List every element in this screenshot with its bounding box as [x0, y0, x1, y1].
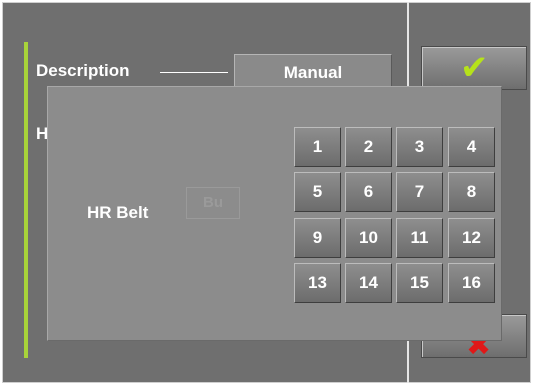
key-15[interactable]: 15	[396, 263, 443, 303]
key-10[interactable]: 10	[345, 218, 392, 258]
hr-belt-label: HR Belt	[87, 203, 149, 222]
key-6[interactable]: 6	[345, 172, 392, 212]
key-9[interactable]: 9	[294, 218, 341, 258]
key-14[interactable]: 14	[345, 263, 392, 303]
hr-belt-popup: HR Belt Bu 1 2 3 4 5 6 7 8 9 10 11 12 13…	[47, 86, 502, 341]
hr-belt-field[interactable]: Bu	[186, 187, 240, 219]
key-12[interactable]: 12	[448, 218, 495, 258]
checkmark-icon: ✔	[460, 48, 489, 88]
key-3[interactable]: 3	[396, 127, 443, 167]
number-keypad: 1 2 3 4 5 6 7 8 9 10 11 12 13 14 15 16	[294, 127, 496, 303]
ok-button[interactable]: ✔	[421, 46, 527, 90]
key-5[interactable]: 5	[294, 172, 341, 212]
key-8[interactable]: 8	[448, 172, 495, 212]
key-4[interactable]: 4	[448, 127, 495, 167]
screen: Description Manual H ✔ ✖ HR Belt Bu 1 2 …	[0, 0, 533, 385]
tab-manual[interactable]: Manual	[234, 54, 392, 90]
key-2[interactable]: 2	[345, 127, 392, 167]
description-label: Description	[36, 61, 130, 80]
key-11[interactable]: 11	[396, 218, 443, 258]
accent-bar	[24, 42, 28, 358]
key-13[interactable]: 13	[294, 263, 341, 303]
key-7[interactable]: 7	[396, 172, 443, 212]
description-line	[160, 72, 228, 73]
key-16[interactable]: 16	[448, 263, 495, 303]
key-1[interactable]: 1	[294, 127, 341, 167]
